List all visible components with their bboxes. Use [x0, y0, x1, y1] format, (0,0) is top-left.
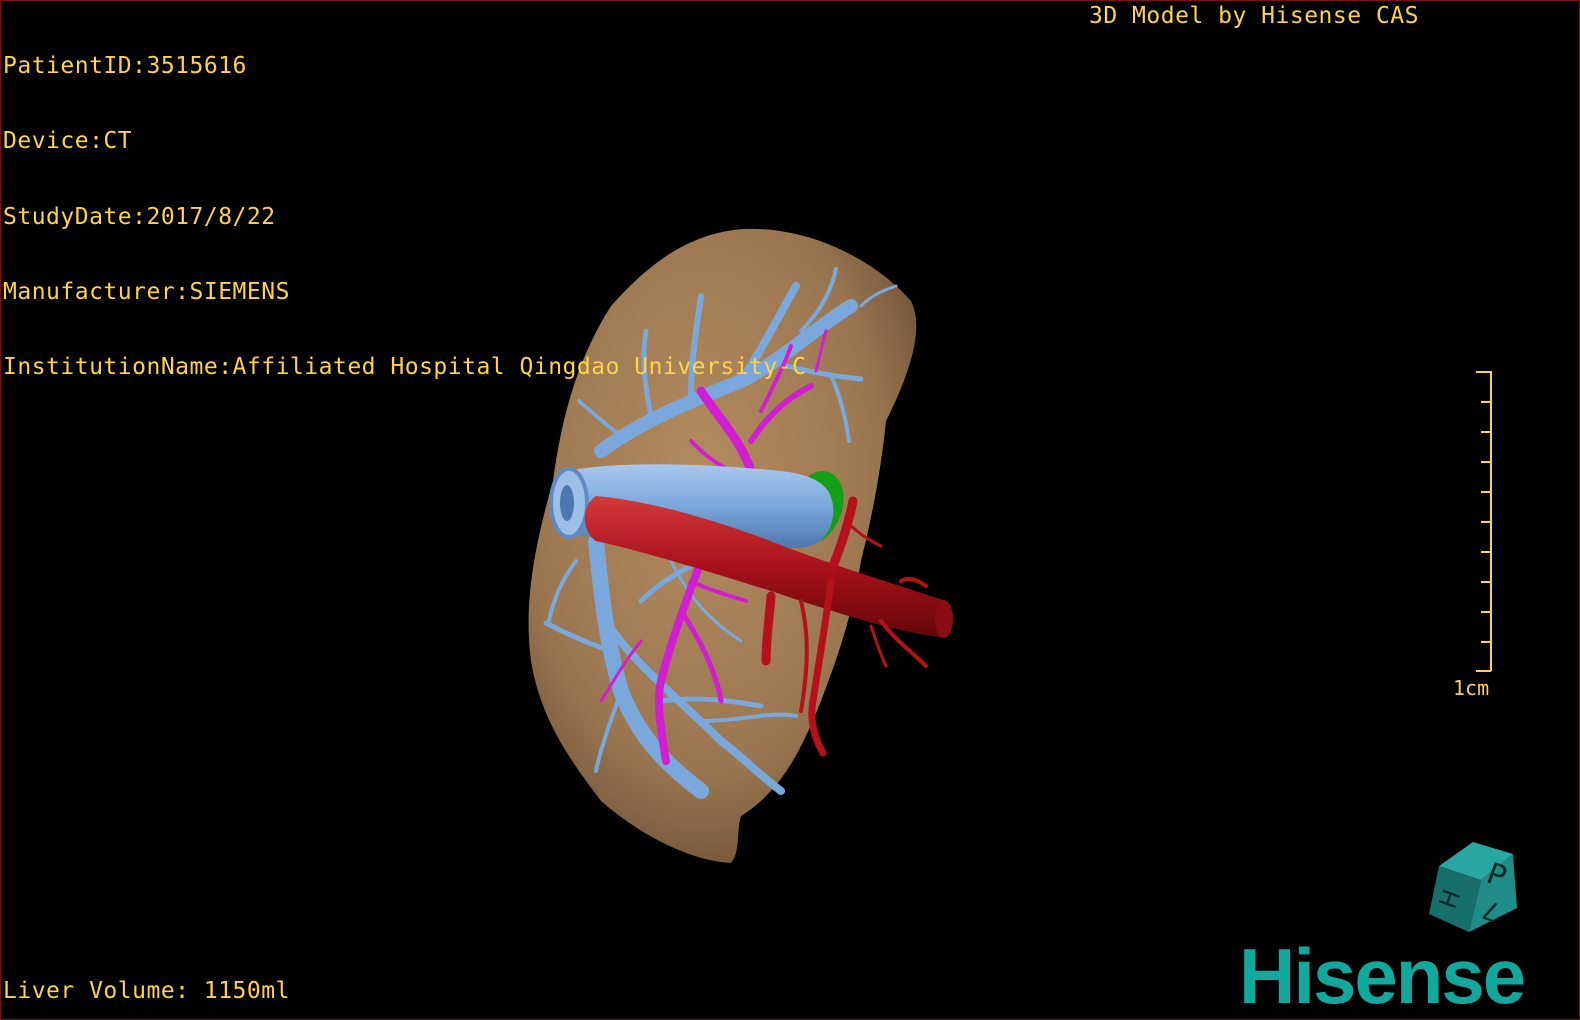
orientation-cube-icon[interactable]: P H 7 [1421, 836, 1521, 936]
scale-label: 1cm [1453, 676, 1490, 700]
model-credit: 3D Model by Hisense CAS [1089, 3, 1419, 29]
scale-bar [1476, 371, 1492, 672]
dicom-info-block: PatientID:3515616 Device:CT StudyDate:20… [3, 4, 806, 430]
liver-volume: Liver Volume: 1150ml [3, 978, 290, 1004]
study-date: StudyDate:2017/8/22 [3, 203, 276, 230]
institution-name: InstitutionName:Affiliated Hospital Qing… [3, 354, 807, 381]
patient-id: PatientID:3515616 [3, 53, 247, 79]
device: Device:CT [3, 128, 133, 155]
manufacturer: Manufacturer:SIEMENS [3, 278, 290, 305]
3d-viewport[interactable]: PatientID:3515616 Device:CT StudyDate:20… [0, 0, 1580, 1020]
hisense-logo: Hisense [1239, 932, 1526, 1020]
